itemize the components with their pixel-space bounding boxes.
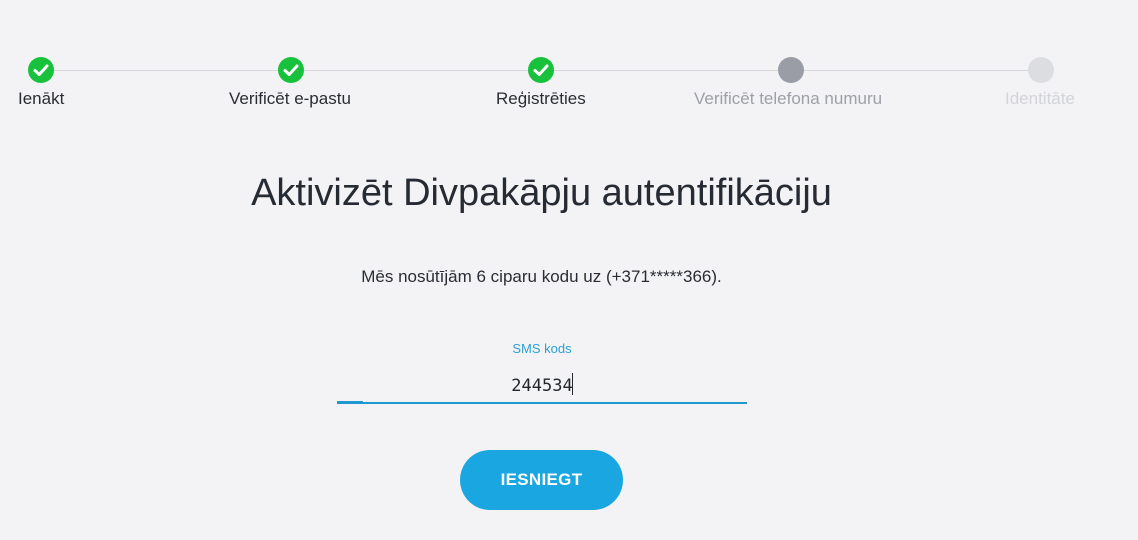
step-connector — [54, 70, 278, 71]
page: Ienākt Verificēt e-pastu Reģistrēties Ve… — [0, 0, 1138, 540]
step-connector — [804, 70, 1028, 71]
step-3-complete-icon — [528, 57, 554, 83]
sms-code-label: SMS kods — [512, 341, 572, 356]
step-label-verify-phone: Verificēt telefona numuru — [694, 89, 883, 108]
page-title: Aktivizēt Divpakāpju autentifikāciju — [251, 172, 832, 214]
input-underline — [337, 402, 747, 404]
progress-stepper: Ienākt Verificēt e-pastu Reģistrēties Ve… — [0, 0, 1138, 120]
submit-button[interactable]: IESNIEGT — [460, 450, 623, 510]
code-sent-message: Mēs nosūtījām 6 ciparu kodu uz (+371****… — [361, 267, 722, 286]
step-label-register: Reģistrēties — [496, 89, 586, 108]
step-4-current-dot — [778, 57, 804, 83]
sms-code-input[interactable] — [337, 372, 747, 400]
sms-code-field: SMS kods — [337, 338, 747, 406]
step-label-login: Ienākt — [18, 89, 65, 108]
step-connector — [304, 70, 528, 71]
step-label-verify-email: Verificēt e-pastu — [229, 89, 351, 108]
check-icon — [283, 64, 299, 76]
input-underline-accent — [337, 401, 363, 404]
step-5-upcoming-dot — [1028, 57, 1054, 83]
text-caret — [572, 373, 573, 395]
check-icon — [533, 64, 549, 76]
check-icon — [33, 64, 49, 76]
step-2-complete-icon — [278, 57, 304, 83]
step-label-identity: Identitāte — [1005, 89, 1075, 108]
step-connector — [554, 70, 778, 71]
step-1-complete-icon — [28, 57, 54, 83]
